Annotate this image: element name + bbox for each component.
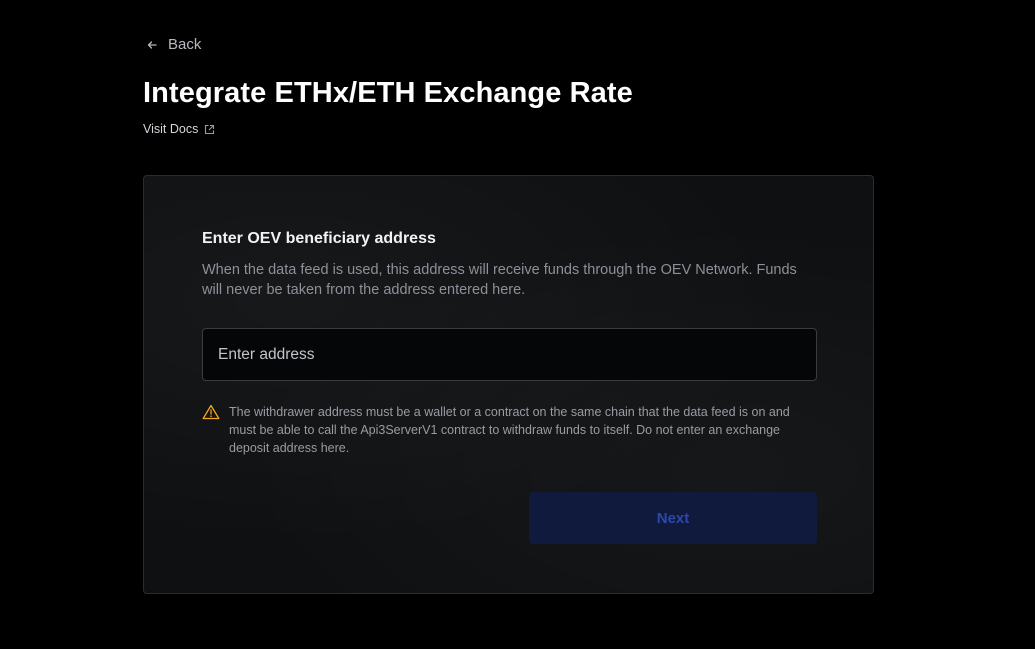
- next-button[interactable]: Next: [529, 492, 817, 544]
- warning-triangle-icon: [202, 404, 220, 420]
- visit-docs-link[interactable]: Visit Docs: [143, 122, 215, 136]
- beneficiary-card: Enter OEV beneficiary address When the d…: [143, 175, 874, 594]
- page-title: Integrate ETHx/ETH Exchange Rate: [143, 77, 633, 109]
- warning-notice: The withdrawer address must be a wallet …: [202, 403, 817, 457]
- form-title: Enter OEV beneficiary address: [202, 230, 436, 247]
- warning-text: The withdrawer address must be a wallet …: [229, 405, 790, 455]
- arrow-left-icon: [146, 39, 158, 51]
- page: Back Integrate ETHx/ETH Exchange Rate Vi…: [0, 0, 1035, 649]
- external-link-icon: [204, 124, 215, 135]
- visit-docs-label: Visit Docs: [143, 122, 199, 136]
- form-description: When the data feed is used, this address…: [202, 262, 797, 298]
- back-link[interactable]: Back: [146, 36, 201, 53]
- address-input[interactable]: [202, 328, 817, 381]
- back-label: Back: [168, 36, 202, 53]
